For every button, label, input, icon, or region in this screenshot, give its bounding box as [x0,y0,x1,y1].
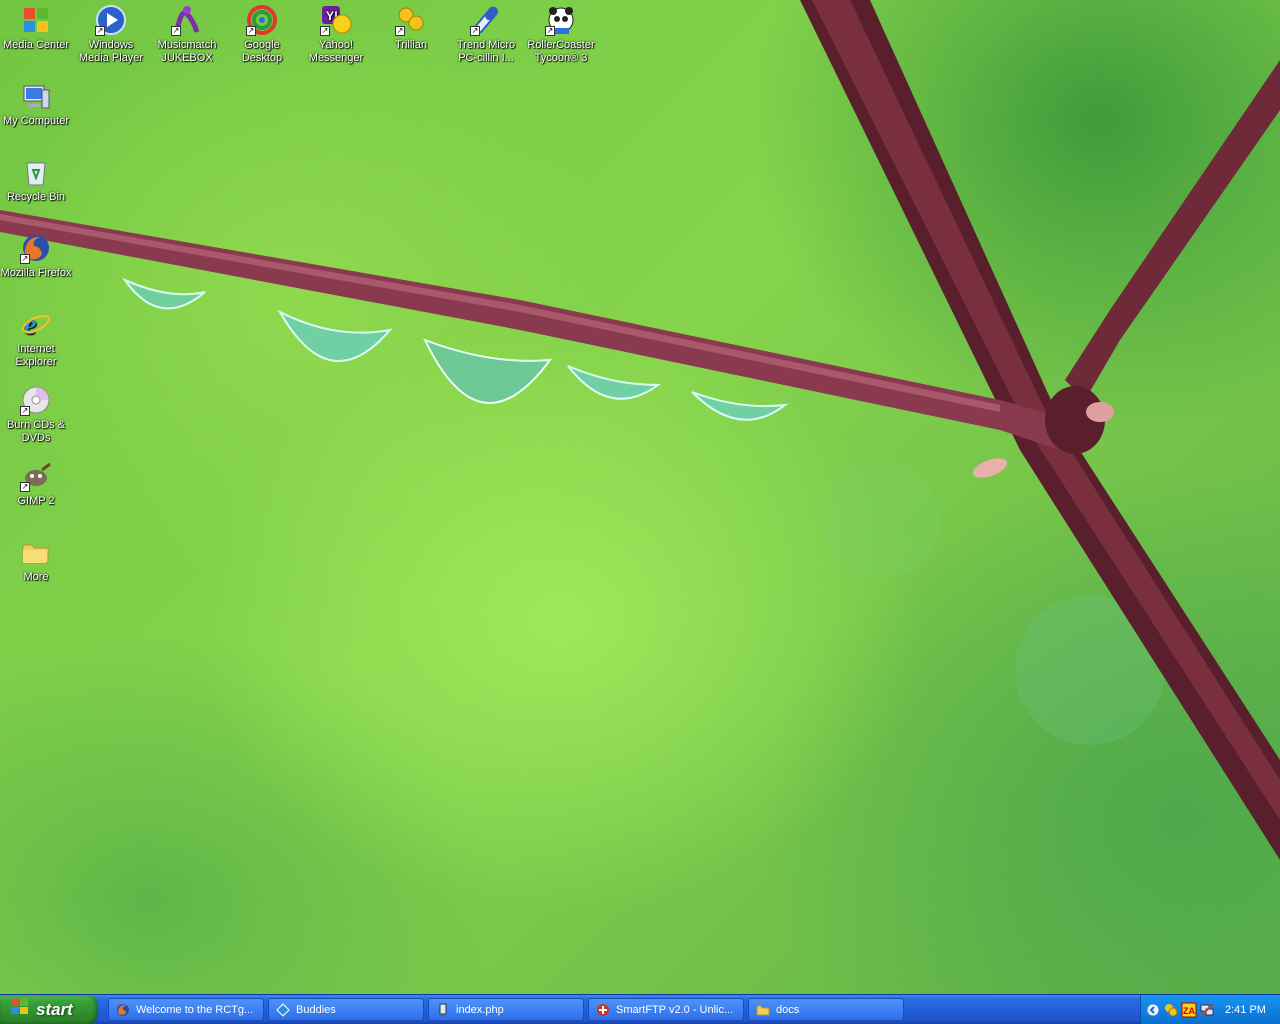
panda-icon: ↗ [545,4,577,36]
taskbar-item-label: index.php [456,1003,504,1016]
desktop-icon-burn-cds[interactable]: ↗ Burn CDs & DVDs [0,384,73,445]
desktop-icon-windows-media-player[interactable]: ↗ Windows Media Player [74,4,148,65]
icon-label: Media Center [2,39,70,51]
icon-label: Trillian [395,39,427,51]
firefox-icon [115,1002,131,1018]
icon-label: Trend Micro PC-cillin I... [456,39,516,64]
desktop[interactable]: Media Center ↗ Windows Media Player ↗ Mu… [0,0,1280,994]
trillian-tray-icon[interactable] [1163,1002,1179,1018]
icon-label: RollerCoaster Tycoon® 3 [527,39,595,64]
icon-label: My Computer [2,115,70,127]
windows-logo-icon [10,997,30,1022]
buddies-diamond-icon [275,1002,291,1018]
icon-label: Musicmatch JUKEBOX [157,39,217,64]
gimp-icon: ↗ [20,460,52,492]
taskbar: start Welcome to the RCTg... Buddies ind… [0,994,1280,1024]
icon-label: Internet Explorer [15,343,57,368]
recycle-bin-icon [20,156,52,188]
wallpaper-branch-image [0,0,1280,860]
pc-cillin-icon: ↗ [470,4,502,36]
desktop-icon-musicmatch[interactable]: ↗ Musicmatch JUKEBOX [150,4,224,65]
icon-label: GIMP 2 [17,495,55,507]
desktop-icon-google-desktop[interactable]: ↗ Google Desktop [225,4,299,65]
taskbar-item-label: docs [776,1003,800,1016]
desktop-icon-rollercoaster-tycoon[interactable]: ↗ RollerCoaster Tycoon® 3 [524,4,598,65]
taskbar-item-buddies[interactable]: Buddies [268,998,424,1021]
media-player-icon: ↗ [95,4,127,36]
taskbar-item-docs[interactable]: docs [748,998,904,1021]
trillian-icon: ↗ [395,4,427,36]
icon-label: More [23,571,49,583]
icon-label: Recycle Bin [6,191,66,203]
folder-icon [20,536,52,568]
desktop-icon-more-folder[interactable]: More [0,536,73,584]
desktop-icon-yahoo-messenger[interactable]: Y! ↗ Yahoo! Messenger [299,4,373,65]
zonealarm-icon[interactable]: ZA [1181,1002,1197,1018]
desktop-icon-recycle-bin[interactable]: Recycle Bin [0,156,73,204]
icon-label: Google Desktop [241,39,283,64]
computer-icon [20,80,52,112]
desktop-icon-gimp[interactable]: ↗ GIMP 2 [0,460,73,508]
taskbar-item-welcome-rctg[interactable]: Welcome to the RCTg... [108,998,264,1021]
icon-label: Yahoo! Messenger [308,39,364,64]
internet-explorer-icon: e [20,308,52,340]
network-icon[interactable] [1199,1002,1215,1018]
desktop-icon-trend-micro[interactable]: ↗ Trend Micro PC-cillin I... [449,4,523,65]
icon-label: Windows Media Player [78,39,144,64]
icon-label: Burn CDs & DVDs [6,419,66,444]
chevron-left-icon[interactable] [1145,1002,1161,1018]
svg-text:ZA: ZA [1183,1006,1195,1016]
musicmatch-icon: ↗ [171,4,203,36]
taskbar-item-smartftp[interactable]: SmartFTP v2.0 - Unlic... [588,998,744,1021]
smartftp-icon [595,1002,611,1018]
desktop-icon-mozilla-firefox[interactable]: ↗ Mozilla Firefox [0,232,73,280]
desktop-icon-trillian[interactable]: ↗ Trillian [374,4,448,52]
editor-icon [435,1002,451,1018]
system-tray: ZA 2:41 PM [1140,995,1280,1024]
desktop-icon-internet-explorer[interactable]: e Internet Explorer [0,308,73,369]
icon-label: Mozilla Firefox [0,267,72,279]
windows-flag-icon [20,4,52,36]
google-desktop-icon: ↗ [246,4,278,36]
firefox-icon: ↗ [20,232,52,264]
taskbar-item-label: Welcome to the RCTg... [136,1003,254,1016]
taskbar-item-index-php[interactable]: index.php [428,998,584,1021]
start-button[interactable]: start [0,995,98,1024]
yahoo-messenger-icon: Y! ↗ [320,4,352,36]
folder-icon [755,1002,771,1018]
taskbar-item-label: SmartFTP v2.0 - Unlic... [616,1003,734,1016]
desktop-icon-media-center[interactable]: Media Center [0,4,73,52]
desktop-icon-my-computer[interactable]: My Computer [0,80,73,128]
start-label: start [36,999,73,1019]
cd-icon: ↗ [20,384,52,416]
clock[interactable]: 2:41 PM [1225,1004,1266,1016]
taskbar-item-label: Buddies [296,1003,336,1016]
